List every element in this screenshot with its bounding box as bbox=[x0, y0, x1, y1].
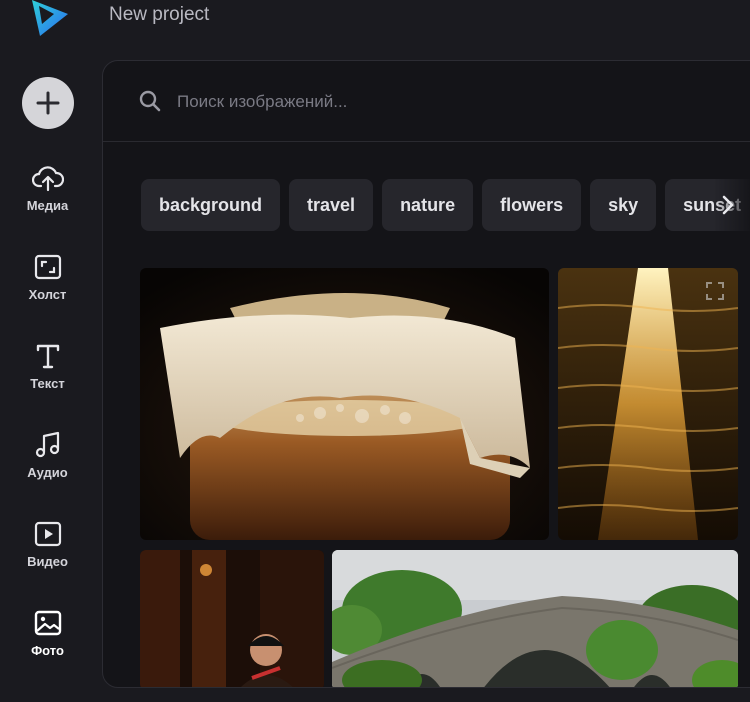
cloud-upload-icon bbox=[31, 162, 64, 194]
plus-icon bbox=[36, 91, 60, 115]
music-note-icon bbox=[32, 429, 64, 461]
chevron-right-icon[interactable] bbox=[715, 191, 741, 219]
image-thumbnail[interactable] bbox=[140, 550, 324, 687]
project-title[interactable]: New project bbox=[109, 4, 209, 26]
sidebar-item-label: Видео bbox=[27, 554, 68, 569]
sidebar-item-canvas[interactable]: Холст bbox=[0, 251, 95, 302]
sidebar-item-photo[interactable]: Фото bbox=[0, 607, 95, 658]
sidebar-item-media[interactable]: Медиа bbox=[0, 162, 95, 213]
expand-icon[interactable] bbox=[704, 280, 726, 302]
image-thumbnail[interactable] bbox=[140, 268, 549, 540]
tag-chip[interactable]: flowers bbox=[482, 179, 582, 231]
canvas-resize-icon bbox=[32, 251, 64, 283]
search-bar bbox=[103, 61, 750, 142]
tag-list: backgroundtravelnatureflowersskysunset bbox=[141, 179, 750, 231]
tag-chip[interactable]: background bbox=[141, 179, 281, 231]
image-thumbnail[interactable] bbox=[558, 268, 738, 540]
image-icon bbox=[32, 607, 64, 639]
sidebar-item-label: Холст bbox=[28, 287, 67, 302]
sidebar-item-video[interactable]: Видео bbox=[0, 518, 95, 569]
search-icon bbox=[139, 90, 161, 112]
photo-library-panel: backgroundtravelnatureflowersskysunset bbox=[102, 60, 750, 688]
sidebar-item-text[interactable]: Текст bbox=[0, 340, 95, 391]
video-play-icon bbox=[32, 518, 64, 550]
sidebar-item-audio[interactable]: Аудио bbox=[0, 429, 95, 480]
sidebar-item-label: Текст bbox=[30, 376, 65, 391]
sidebar-item-label: Аудио bbox=[27, 465, 68, 480]
image-thumbnail[interactable] bbox=[332, 550, 738, 687]
tag-chip[interactable]: travel bbox=[289, 179, 374, 231]
search-input[interactable] bbox=[175, 85, 579, 119]
app-logo[interactable] bbox=[30, 0, 70, 36]
sidebar-item-label: Медиа bbox=[26, 198, 69, 213]
sidebar-item-label: Фото bbox=[31, 643, 64, 658]
text-icon bbox=[32, 340, 64, 372]
tag-chip[interactable]: sky bbox=[590, 179, 657, 231]
add-button[interactable] bbox=[22, 77, 74, 129]
tag-chip[interactable]: nature bbox=[382, 179, 474, 231]
